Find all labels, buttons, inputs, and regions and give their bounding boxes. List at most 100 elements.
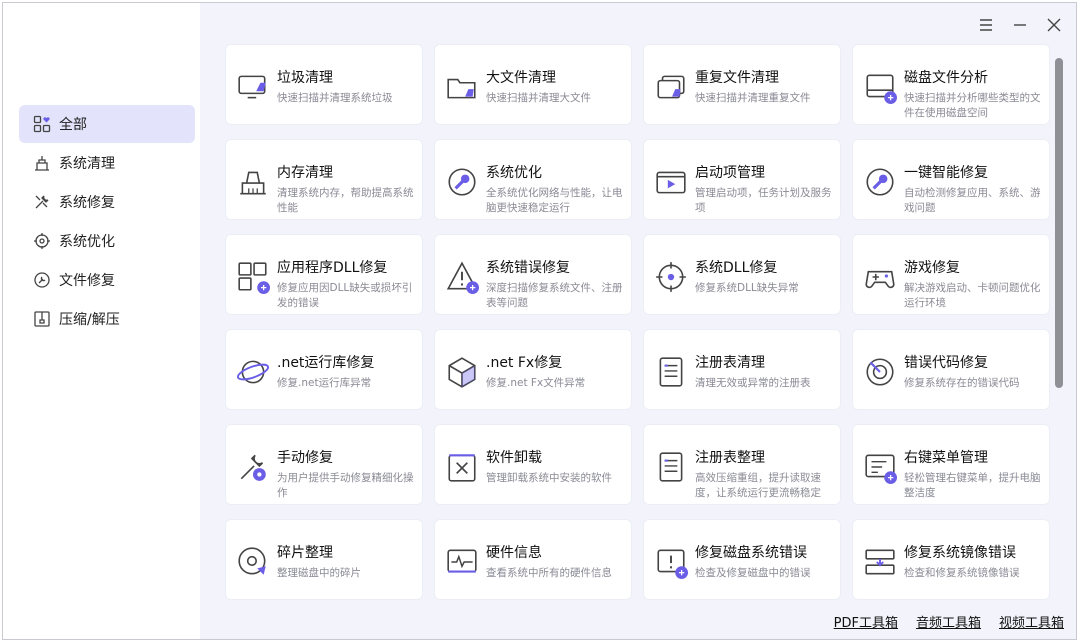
app-window: 全部系统清理系统修复系统优化文件修复压缩/解压 垃圾清理 快速扫描并清理系统垃圾… xyxy=(2,2,1077,640)
tool-card[interactable]: 注册表整理 高效压缩重组，提升读取速度，让系统运行更流畅稳定 xyxy=(644,425,840,504)
tool-card-description: 管理卸载系统中安装的软件 xyxy=(486,472,612,484)
startup-icon xyxy=(654,165,688,199)
sidebar-item-label: 压缩/解压 xyxy=(59,312,120,328)
tool-card-title: 磁盘文件分析 xyxy=(904,70,988,86)
sidebar-item-label: 系统修复 xyxy=(59,195,115,211)
sidebar-item-2[interactable]: 系统修复 xyxy=(19,183,195,221)
tool-card-description: 自动检测修复应用、系统、游戏问题 xyxy=(904,187,1041,214)
sidebar-item-3[interactable]: 系统优化 xyxy=(19,222,195,260)
memory-broom-icon xyxy=(236,165,270,199)
tool-card-title: 内存清理 xyxy=(277,165,333,181)
tool-card-description: 解决游戏启动、卡顿问题优化运行环境 xyxy=(904,282,1041,309)
tool-card[interactable]: .net Fx修复 修复.net Fx文件异常 xyxy=(435,330,631,409)
tool-card[interactable]: 游戏修复 解决游戏启动、卡顿问题优化运行环境 xyxy=(853,235,1049,314)
gamepad-icon xyxy=(863,260,897,294)
tool-card[interactable]: 一键智能修复 自动检测修复应用、系统、游戏问题 xyxy=(853,140,1049,219)
minimize-icon[interactable] xyxy=(1010,15,1030,35)
tool-card-title: .net Fx修复 xyxy=(486,355,563,371)
tool-card[interactable]: 修复系统镜像错误 检查和修复系统镜像错误 xyxy=(853,520,1049,599)
tool-card[interactable]: 碎片整理 整理磁盘中的碎片 xyxy=(226,520,422,599)
file-repair-icon xyxy=(33,271,51,289)
tool-card[interactable]: 大文件清理 快速扫描并清理大文件 xyxy=(435,45,631,124)
tool-card-description: 轻松管理右键菜单，提升电脑整洁度 xyxy=(904,472,1041,499)
sidebar-item-4[interactable]: 文件修复 xyxy=(19,261,195,299)
tool-card-description: 快速扫描并清理系统垃圾 xyxy=(277,92,393,104)
folder-broom-icon xyxy=(445,70,479,104)
tool-card[interactable]: .net运行库修复 修复.net运行库异常 xyxy=(226,330,422,409)
tool-card[interactable]: 系统DLL修复 修复系统DLL缺失异常 xyxy=(644,235,840,314)
tool-card[interactable]: 系统优化 全系统优化网络与性能，让电脑更快速稳定运行 xyxy=(435,140,631,219)
archive-icon xyxy=(33,310,51,328)
tool-card-description: 检查和修复系统镜像错误 xyxy=(904,567,1020,579)
sidebar-item-label: 全部 xyxy=(59,117,87,133)
tools-icon xyxy=(33,193,51,211)
context-menu-icon xyxy=(863,450,897,484)
tool-card-description: 快速扫描并清理重复文件 xyxy=(695,92,811,104)
tool-card-description: 检查及修复磁盘中的错误 xyxy=(695,567,811,579)
tool-card[interactable]: 软件卸载 管理卸载系统中安装的软件 xyxy=(435,425,631,504)
tool-card-title: 游戏修复 xyxy=(904,260,960,276)
error-code-icon xyxy=(863,355,897,389)
footer-link-2[interactable]: 视频工具箱 xyxy=(999,612,1064,631)
tool-card-title: 启动项管理 xyxy=(695,165,765,181)
tool-card-description: 清理系统内存，帮助提高系统性能 xyxy=(277,187,414,214)
footer-link-0[interactable]: PDF工具箱 xyxy=(834,612,898,631)
tool-card[interactable]: 应用程序DLL修复 修复应用因DLL缺失或损坏引发的错误 xyxy=(226,235,422,314)
crosshair-icon xyxy=(654,260,688,294)
smart-repair-icon xyxy=(863,165,897,199)
tool-card[interactable]: 系统错误修复 深度扫描修复系统文件、注册表等问题 xyxy=(435,235,631,314)
footer-links: PDF工具箱 音频工具箱 视频工具箱 xyxy=(834,612,1064,631)
disk-analysis-icon xyxy=(863,70,897,104)
scrollbar[interactable] xyxy=(1055,58,1063,388)
tool-card[interactable]: 修复磁盘系统错误 检查及修复磁盘中的错误 xyxy=(644,520,840,599)
uninstall-icon xyxy=(445,450,479,484)
tool-card[interactable]: 垃圾清理 快速扫描并清理系统垃圾 xyxy=(226,45,422,124)
tool-card-description: 快速扫描并清理大文件 xyxy=(486,92,591,104)
sidebar-item-1[interactable]: 系统清理 xyxy=(19,144,195,182)
sidebar-item-5[interactable]: 压缩/解压 xyxy=(19,300,195,338)
tool-card[interactable]: 重复文件清理 快速扫描并清理重复文件 xyxy=(644,45,840,124)
tool-card[interactable]: 启动项管理 管理启动项，任务计划及服务项 xyxy=(644,140,840,219)
wrench-circle-icon xyxy=(445,165,479,199)
tool-card-description: 高效压缩重组，提升读取速度，让系统运行更流畅稳定 xyxy=(695,472,821,499)
tool-card-title: 注册表整理 xyxy=(695,450,765,466)
tool-card-description: 修复应用因DLL缺失或损坏引发的错误 xyxy=(277,282,413,309)
tool-card-description: 深度扫描修复系统文件、注册表等问题 xyxy=(486,282,623,309)
sidebar-item-label: 文件修复 xyxy=(59,273,115,289)
registry-tidy-icon xyxy=(654,450,688,484)
tool-card[interactable]: 硬件信息 查看系统中所有的硬件信息 xyxy=(435,520,631,599)
tool-card[interactable]: 右键菜单管理 轻松管理右键菜单，提升电脑整洁度 xyxy=(853,425,1049,504)
sidebar-item-0[interactable]: 全部 xyxy=(19,105,195,143)
disk-error-icon xyxy=(654,545,688,579)
tool-card-title: 错误代码修复 xyxy=(904,355,988,371)
monitor-broom-icon xyxy=(236,70,270,104)
tool-card-title: 软件卸载 xyxy=(486,450,542,466)
tool-card-title: 系统错误修复 xyxy=(486,260,570,276)
tool-card[interactable]: 注册表清理 清理无效或异常的注册表 xyxy=(644,330,840,409)
tool-card-description: 全系统优化网络与性能，让电脑更快速稳定运行 xyxy=(486,187,623,214)
tool-card[interactable]: 内存清理 清理系统内存，帮助提高系统性能 xyxy=(226,140,422,219)
tool-card-description: 修复系统DLL缺失异常 xyxy=(695,282,799,294)
tool-card-description: 修复.net Fx文件异常 xyxy=(486,377,586,389)
close-icon[interactable] xyxy=(1044,15,1064,35)
tool-card-description: 整理磁盘中的碎片 xyxy=(277,567,361,579)
defrag-icon xyxy=(236,545,270,579)
grid-heart-icon xyxy=(33,115,51,133)
tool-card-title: 右键菜单管理 xyxy=(904,450,988,466)
tool-card-title: 应用程序DLL修复 xyxy=(277,260,388,276)
registry-clean-icon xyxy=(654,355,688,389)
clean-icon xyxy=(33,154,51,172)
tool-card[interactable]: 手动修复 为用户提供手动修复精细化操作 xyxy=(226,425,422,504)
tool-card-title: 硬件信息 xyxy=(486,545,542,561)
tool-card[interactable]: 磁盘文件分析 快速扫描并分析哪些类型的文件在使用磁盘空间 xyxy=(853,45,1049,124)
tool-card-title: 大文件清理 xyxy=(486,70,556,86)
tool-card-title: .net运行库修复 xyxy=(277,355,375,371)
menu-icon[interactable] xyxy=(976,15,996,35)
tool-card[interactable]: 错误代码修复 修复系统存在的错误代码 xyxy=(853,330,1049,409)
titlebar-controls xyxy=(976,15,1064,35)
sidebar-item-label: 系统优化 xyxy=(59,234,115,250)
footer-link-1[interactable]: 音频工具箱 xyxy=(916,612,981,631)
tool-card-description: 快速扫描并分析哪些类型的文件在使用磁盘空间 xyxy=(904,92,1041,119)
tool-card-title: 一键智能修复 xyxy=(904,165,988,181)
target-icon xyxy=(33,232,51,250)
